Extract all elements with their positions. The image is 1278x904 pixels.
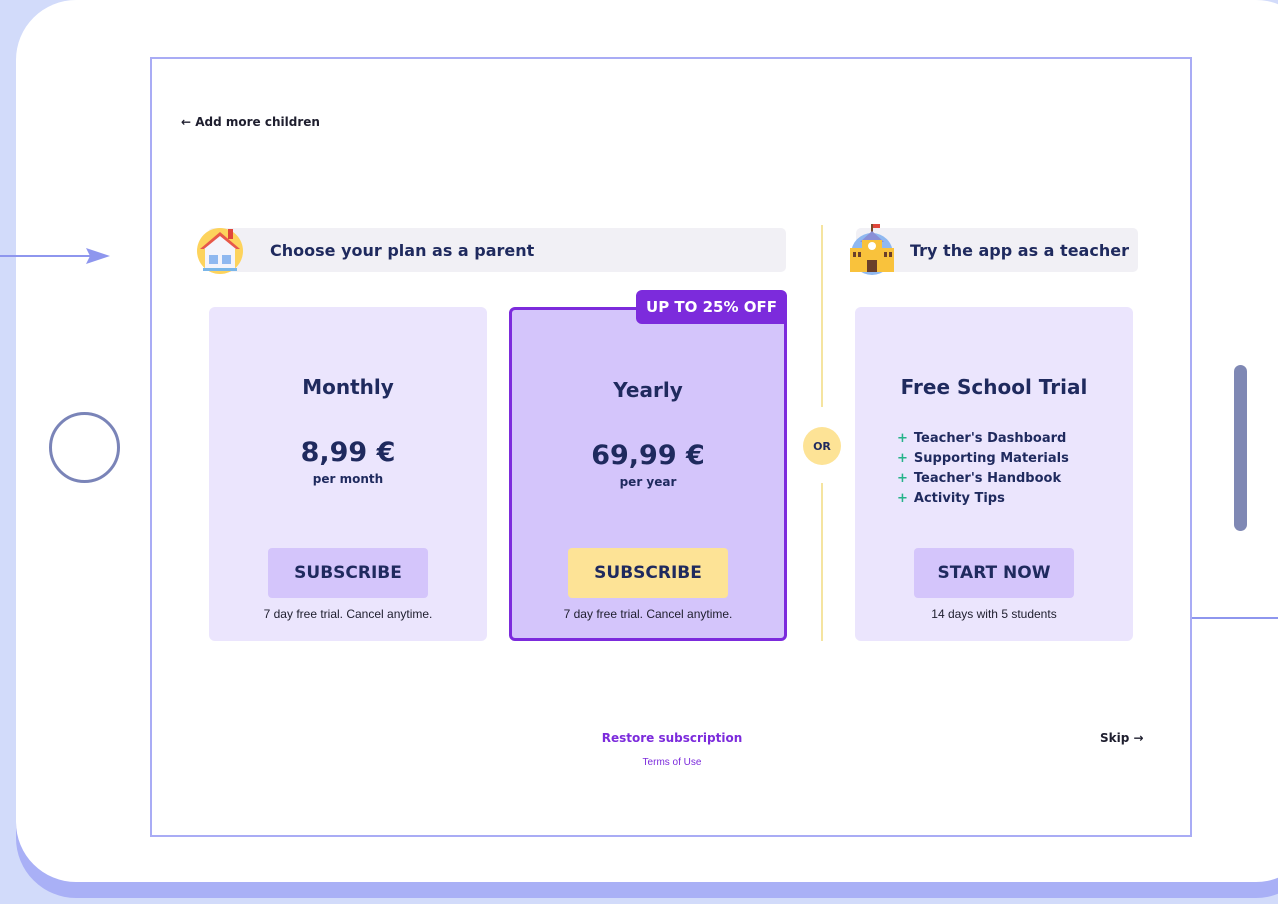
school-icon — [850, 224, 894, 275]
school-trial-card: Free School Trial + Teacher's Dashboard +… — [855, 307, 1133, 641]
divider-line — [821, 483, 823, 641]
plus-icon: + — [897, 491, 908, 506]
skip-link[interactable]: Skip → — [1100, 731, 1144, 745]
monthly-plan-card: Monthly 8,99 € per month SUBSCRIBE 7 day… — [209, 307, 487, 641]
yearly-plan-card: UP TO 25% OFF Yearly 69,99 € per year SU… — [509, 290, 787, 641]
plus-icon: + — [897, 451, 908, 466]
home-button[interactable] — [49, 412, 120, 483]
plan-note: 7 day free trial. Cancel anytime. — [563, 607, 733, 621]
plan-price: 8,99 € — [300, 437, 396, 468]
plan-period: per year — [619, 475, 677, 489]
plan-period: per month — [312, 472, 384, 486]
monthly-subscribe-button[interactable]: SUBSCRIBE — [268, 548, 428, 598]
plan-note: 14 days with 5 students — [931, 607, 1057, 621]
arrow-right-icon — [0, 248, 110, 264]
parent-plan-header: Choose your plan as a parent — [208, 228, 786, 272]
plus-icon: + — [897, 431, 908, 446]
add-more-children-link[interactable]: ← Add more children — [181, 115, 320, 129]
divider-line — [821, 225, 823, 407]
plan-price: 69,99 € — [591, 440, 705, 471]
house-icon — [197, 228, 243, 274]
terms-of-use-link[interactable]: Terms of Use — [572, 757, 772, 768]
or-badge: OR — [803, 427, 841, 465]
app-screen: ← Add more children Choose your plan as … — [150, 57, 1192, 837]
start-now-button[interactable]: START NOW — [914, 548, 1074, 598]
feature-item: + Teacher's Handbook — [897, 471, 1062, 486]
teacher-plan-title: Try the app as a teacher — [910, 240, 1129, 260]
restore-subscription-link[interactable]: Restore subscription — [572, 731, 772, 745]
feature-item: + Supporting Materials — [897, 451, 1069, 466]
side-button — [1234, 365, 1247, 531]
parent-plan-title: Choose your plan as a parent — [270, 240, 535, 260]
yearly-subscribe-button[interactable]: SUBSCRIBE — [568, 548, 728, 598]
feature-item: + Activity Tips — [897, 491, 1005, 506]
plus-icon: + — [897, 471, 908, 486]
plan-name: Free School Trial — [900, 375, 1088, 399]
plan-name: Yearly — [613, 378, 683, 402]
plan-name: Monthly — [302, 375, 394, 399]
teacher-plan-header: Try the app as a teacher — [856, 228, 1138, 272]
discount-badge: UP TO 25% OFF — [636, 290, 787, 324]
feature-item: + Teacher's Dashboard — [897, 431, 1067, 446]
plan-note: 7 day free trial. Cancel anytime. — [263, 607, 433, 621]
feature-list: + Teacher's Dashboard + Supporting Materia… — [897, 429, 1069, 509]
